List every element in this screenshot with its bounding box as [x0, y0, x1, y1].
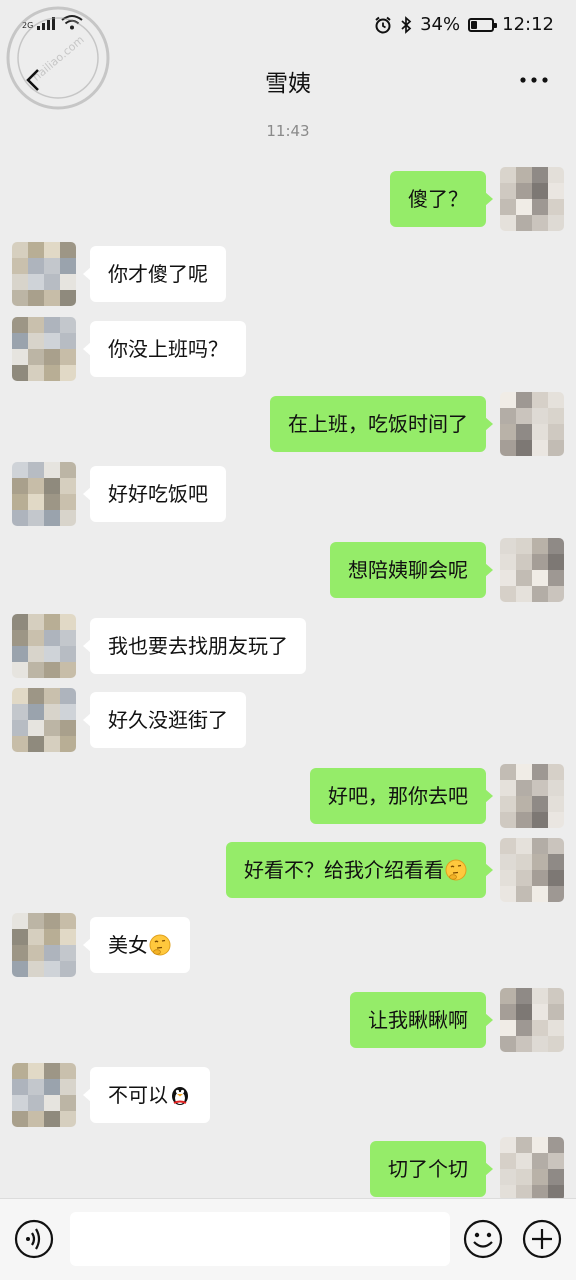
message-bubble[interactable]: 不可以 [83, 1067, 210, 1123]
outgoing-message-row: 切了个切 [0, 1137, 576, 1198]
my-avatar[interactable] [500, 764, 564, 828]
message-bubble[interactable]: 你才傻了呢 [83, 246, 226, 302]
more-dots-icon [520, 77, 548, 83]
battery-level [471, 20, 478, 29]
message-bubble[interactable]: 你没上班吗？ [83, 321, 246, 377]
alarm-icon [375, 16, 391, 33]
message-bubble[interactable]: 好吧，那你去吧 [310, 768, 493, 824]
plus-button[interactable] [522, 1219, 562, 1259]
incoming-message-row: 不可以 [0, 1063, 576, 1127]
message-text: 美女 [108, 933, 148, 957]
message-bubble[interactable]: 好看不？给我介绍看看 [226, 842, 493, 898]
battery-text: 34% [420, 14, 461, 35]
chat-area[interactable]: 11:43 傻了？ 你才傻了呢你没上班吗？ 在上班，吃饭时间了好好吃饭吧想陪姨聊会呢… [0, 108, 576, 1198]
plus-icon [522, 1219, 562, 1259]
message-text: 傻了？ [408, 187, 468, 211]
message-text: 在上班，吃饭时间了 [288, 412, 468, 436]
thinking-emoji-icon [445, 859, 467, 880]
nav-bar: 雪姨 [0, 52, 576, 108]
contact-avatar[interactable] [12, 1063, 76, 1127]
message-bubble[interactable]: 让我瞅瞅啊 [350, 992, 493, 1048]
clock: 12:12 [502, 14, 554, 35]
input-bar [0, 1198, 576, 1280]
contact-avatar[interactable] [12, 688, 76, 752]
outgoing-message-row: 好看不？给我介绍看看 [0, 838, 576, 902]
contact-avatar[interactable] [12, 317, 76, 381]
voice-button[interactable] [14, 1219, 54, 1259]
battery-icon [468, 17, 498, 32]
message-text: 你才傻了呢 [108, 262, 208, 286]
contact-avatar[interactable] [12, 242, 76, 306]
incoming-message-row: 美女 [0, 913, 576, 977]
outgoing-message-row: 好吧，那你去吧 [0, 764, 576, 828]
incoming-message-row: 我也要去找朋友玩了 [0, 614, 576, 678]
message-bubble[interactable]: 切了个切 [370, 1141, 493, 1197]
bluetooth-icon [401, 15, 412, 34]
my-avatar[interactable] [500, 988, 564, 1052]
incoming-message-row: 好久没逛街了 [0, 688, 576, 752]
message-text: 好久没逛街了 [108, 708, 228, 732]
voice-icon [14, 1219, 54, 1259]
my-avatar[interactable] [500, 538, 564, 602]
outgoing-message-row: 让我瞅瞅啊 [0, 988, 576, 1052]
my-avatar[interactable] [500, 167, 564, 231]
contact-avatar[interactable] [12, 614, 76, 678]
message-timestamp: 11:43 [266, 122, 310, 140]
thinking-emoji-icon [149, 934, 171, 955]
outgoing-message-row: 傻了？ [0, 167, 576, 231]
message-text: 我也要去找朋友玩了 [108, 634, 288, 658]
my-avatar[interactable] [500, 838, 564, 902]
penguin-emoji-icon [172, 1086, 188, 1105]
status-right: 34% 12:12 [374, 14, 554, 35]
message-text: 好看不？给我介绍看看 [244, 858, 444, 882]
message-bubble[interactable]: 在上班，吃饭时间了 [270, 396, 493, 452]
message-text: 好吧，那你去吧 [328, 784, 468, 808]
message-bubble[interactable]: 我也要去找朋友玩了 [83, 618, 306, 674]
outgoing-message-row: 在上班，吃饭时间了 [0, 392, 576, 456]
emoji-button[interactable] [463, 1219, 503, 1259]
incoming-message-row: 你没上班吗？ [0, 317, 576, 381]
message-text: 不可以 [108, 1083, 168, 1107]
chat-title: 雪姨 [265, 71, 311, 97]
my-avatar[interactable] [500, 1137, 564, 1198]
more-button[interactable] [514, 64, 554, 96]
message-text: 想陪姨聊会呢 [348, 558, 468, 582]
incoming-message-row: 你才傻了呢 [0, 242, 576, 306]
incoming-message-row: 好好吃饭吧 [0, 462, 576, 526]
my-avatar[interactable] [500, 392, 564, 456]
message-text: 切了个切 [388, 1157, 468, 1181]
message-bubble[interactable]: 傻了？ [390, 171, 493, 227]
message-bubble[interactable]: 美女 [83, 917, 190, 973]
smiley-icon [463, 1219, 503, 1259]
message-text: 你没上班吗？ [108, 337, 228, 361]
message-bubble[interactable]: 好好吃饭吧 [83, 466, 226, 522]
message-bubble[interactable]: 想陪姨聊会呢 [330, 542, 493, 598]
message-text: 让我瞅瞅啊 [368, 1008, 468, 1032]
contact-avatar[interactable] [12, 462, 76, 526]
message-input[interactable] [70, 1212, 450, 1266]
contact-avatar[interactable] [12, 913, 76, 977]
message-bubble[interactable]: 好久没逛街了 [83, 692, 246, 748]
outgoing-message-row: 想陪姨聊会呢 [0, 538, 576, 602]
message-text: 好好吃饭吧 [108, 482, 208, 506]
